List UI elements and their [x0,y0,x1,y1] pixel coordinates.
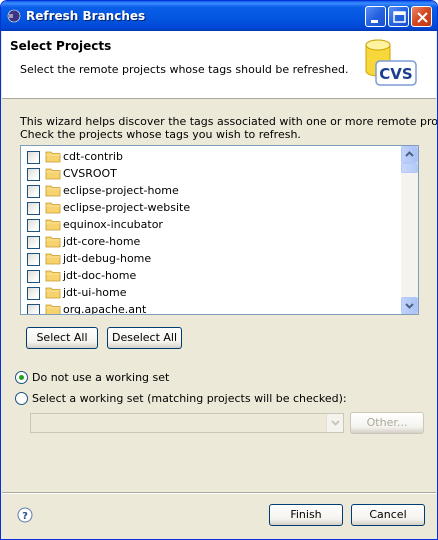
chevron-down-icon [405,303,414,309]
title-bar[interactable]: Refresh Branches [1,1,437,31]
folder-icon [45,168,61,180]
project-checkbox[interactable] [27,219,40,232]
page-description: Select the remote projects whose tags sh… [20,63,349,76]
project-list[interactable]: cdt-contrib CVSROOT eclipse-project-home ec… [20,145,419,315]
list-item[interactable]: cdt-contrib [21,148,401,165]
project-checkbox[interactable] [27,304,40,314]
list-item[interactable]: jdt-doc-home [21,267,401,284]
window-title: Refresh Branches [26,9,146,23]
folder-icon [45,151,61,163]
close-button[interactable] [411,6,432,27]
radio-selected-dot [19,375,24,380]
intro-line-1: This wizard helps discover the tags asso… [20,115,438,128]
project-label: cdt-contrib [63,150,123,163]
project-checkbox[interactable] [27,270,40,283]
list-item[interactable]: eclipse-project-home [21,182,401,199]
folder-icon [45,185,61,197]
page-title: Select Projects [10,39,112,53]
folder-icon [45,202,61,214]
list-item[interactable]: equinox-incubator [21,216,401,233]
scroll-down-button[interactable] [401,297,418,314]
maximize-icon [393,11,406,23]
cvs-repository-icon: CVS [365,39,417,86]
project-label: jdt-debug-home [63,252,152,265]
wizard-header: Select Projects Select the remote projec… [2,31,436,99]
project-checkbox[interactable] [27,185,40,198]
intro-line-2: Check the projects whose tags you wish t… [20,128,301,141]
no-working-set-label[interactable]: Do not use a working set [32,371,169,384]
intro-text: This wizard helps discover the tags asso… [20,115,438,141]
folder-icon [45,287,61,299]
project-label: eclipse-project-website [63,201,191,214]
list-item[interactable]: jdt-ui-home [21,284,401,301]
project-label: jdt-core-home [63,235,141,248]
select-all-button[interactable]: Select All [26,327,98,349]
project-checkbox[interactable] [27,202,40,215]
project-label: equinox-incubator [63,218,163,231]
cancel-button[interactable]: Cancel [351,504,425,526]
project-checkbox[interactable] [27,151,40,164]
project-label: org.apache.ant [63,303,147,315]
svg-text:?: ? [22,511,28,522]
minimize-button[interactable] [365,6,386,27]
help-icon[interactable]: ? [17,507,33,523]
eclipse-app-icon [7,9,21,23]
button-bar-separator [2,492,436,494]
list-item[interactable]: eclipse-project-website [21,199,401,216]
vertical-scrollbar[interactable] [401,146,418,314]
chevron-up-icon [405,151,414,157]
project-checkbox[interactable] [27,168,40,181]
folder-icon [45,270,61,282]
deselect-all-button[interactable]: Deselect All [107,327,182,349]
maximize-button[interactable] [388,6,409,27]
chevron-down-icon [331,420,340,426]
folder-icon [45,304,61,314]
cvs-logo-text: CVS [379,65,412,83]
refresh-branches-dialog: Refresh Branches Select Projects Select … [0,0,438,540]
list-item[interactable]: jdt-debug-home [21,250,401,267]
list-item[interactable]: org.apache.ant [21,301,401,315]
project-label: jdt-doc-home [63,269,137,282]
folder-icon [45,253,61,265]
list-item[interactable]: jdt-core-home [21,233,401,250]
project-label: CVSROOT [63,167,117,180]
project-label: jdt-ui-home [63,286,127,299]
project-checkbox[interactable] [27,287,40,300]
folder-icon [45,219,61,231]
scroll-thumb[interactable] [401,163,418,173]
select-working-set-label[interactable]: Select a working set (matching projects … [32,392,347,405]
close-icon [417,12,428,23]
select-working-set-radio[interactable] [15,392,28,405]
other-button[interactable]: Other... [350,412,424,434]
combo-dropdown-button[interactable] [326,414,343,432]
finish-button[interactable]: Finish [269,504,343,526]
scroll-up-button[interactable] [401,146,418,163]
no-working-set-radio[interactable] [15,371,28,384]
list-item[interactable]: CVSROOT [21,165,401,182]
project-label: eclipse-project-home [63,184,179,197]
working-set-combo[interactable] [30,413,344,433]
project-checkbox[interactable] [27,253,40,266]
project-checkbox[interactable] [27,236,40,249]
minimize-icon [371,20,378,23]
folder-icon [45,236,61,248]
